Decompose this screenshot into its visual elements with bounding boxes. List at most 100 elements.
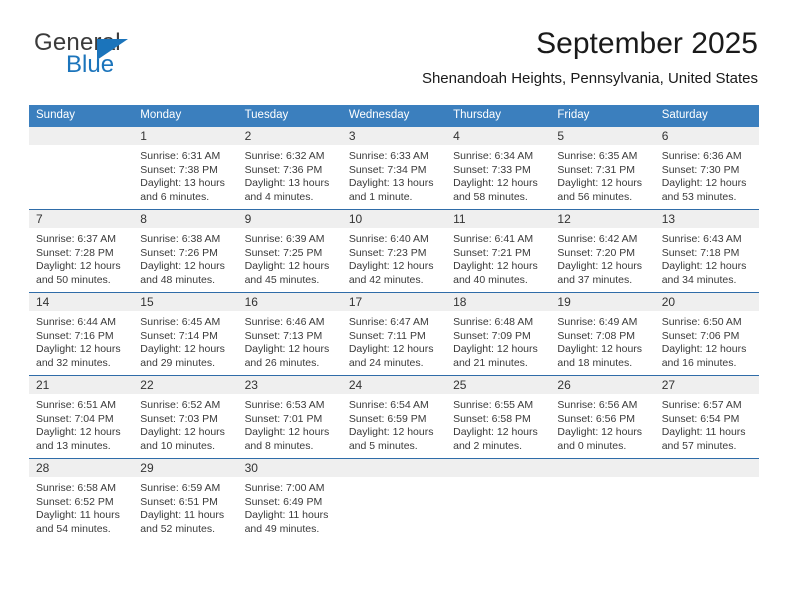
calendar-day-cell[interactable]: 30 Sunrise: 7:00 AM Sunset: 6:49 PM Dayligh… <box>237 458 342 541</box>
calendar-day-cell[interactable]: 13 Sunrise: 6:43 AM Sunset: 7:18 PM Dayligh… <box>654 209 759 293</box>
daylight-duration-line1: Daylight: 12 hours <box>453 260 538 273</box>
calendar-week-row: 28 Sunrise: 6:58 AM Sunset: 6:52 PM Dayligh… <box>29 458 759 541</box>
calendar-day-cell-empty <box>550 458 655 541</box>
day-number: 30 <box>237 459 342 477</box>
sunrise-time: Sunrise: 6:33 AM <box>348 150 429 162</box>
day-details: Sunrise: 7:00 AM Sunset: 6:49 PM Daylight:… <box>238 477 342 536</box>
calendar-day-cell[interactable]: 19 Sunrise: 6:49 AM Sunset: 7:08 PM Dayligh… <box>550 292 655 376</box>
day-number: 4 <box>446 127 551 145</box>
calendar-day-cell[interactable]: 7 Sunrise: 6:37 AM Sunset: 7:28 PM Daylight… <box>29 209 134 293</box>
calendar-day-cell[interactable]: 20 Sunrise: 6:50 AM Sunset: 7:06 PM Dayligh… <box>654 292 759 376</box>
sunrise-time: Sunrise: 6:43 AM <box>661 233 742 245</box>
daylight-duration-line2: and 50 minutes. <box>36 273 111 286</box>
day-number <box>446 459 551 477</box>
daylight-duration-line2: and 34 minutes. <box>661 273 737 286</box>
calendar-day-cell[interactable]: 3 Sunrise: 6:33 AM Sunset: 7:34 PM Daylight… <box>341 127 447 210</box>
calendar-day-cell-empty <box>446 458 551 541</box>
calendar-day-cell[interactable]: 24 Sunrise: 6:54 AM Sunset: 6:59 PM Dayligh… <box>341 375 447 459</box>
calendar-day-cell[interactable]: 29 Sunrise: 6:59 AM Sunset: 6:51 PM Dayligh… <box>133 458 238 541</box>
day-number: 16 <box>237 293 342 311</box>
brand-logo[interactable]: General Blue <box>34 30 234 80</box>
sunset-time: Sunset: 7:14 PM <box>140 329 218 342</box>
daylight-duration-line1: Daylight: 12 hours <box>140 426 225 439</box>
weekday-header-tuesday: Tuesday <box>237 105 342 127</box>
sunset-time: Sunset: 7:06 PM <box>661 329 740 342</box>
sunrise-time: Sunrise: 6:49 AM <box>557 316 638 328</box>
calendar-day-cell[interactable]: 21 Sunrise: 6:51 AM Sunset: 7:04 PM Dayligh… <box>29 375 134 459</box>
calendar-day-cell[interactable]: 28 Sunrise: 6:58 AM Sunset: 6:52 PM Dayligh… <box>29 458 134 541</box>
sunrise-time: Sunrise: 6:46 AM <box>244 316 325 328</box>
calendar-week-row: 14 Sunrise: 6:44 AM Sunset: 7:16 PM Dayligh… <box>29 292 759 376</box>
sunrise-time: Sunrise: 6:47 AM <box>348 316 429 328</box>
day-details: Sunrise: 6:46 AM Sunset: 7:13 PM Daylight:… <box>238 311 342 370</box>
sunset-time: Sunset: 6:56 PM <box>557 412 636 425</box>
title-block: September 2025 Shenandoah Heights, Penns… <box>422 26 758 88</box>
calendar-day-cell[interactable]: 9 Sunrise: 6:39 AM Sunset: 7:25 PM Daylight… <box>237 209 342 293</box>
calendar-day-cell-empty <box>29 127 134 210</box>
sunrise-time: Sunrise: 6:40 AM <box>348 233 429 245</box>
weekday-header-saturday: Saturday <box>654 105 759 127</box>
calendar-day-cell[interactable]: 27 Sunrise: 6:57 AM Sunset: 6:54 PM Dayligh… <box>654 375 759 459</box>
sunrise-time: Sunrise: 6:51 AM <box>36 399 116 411</box>
calendar-day-cell[interactable]: 14 Sunrise: 6:44 AM Sunset: 7:16 PM Dayligh… <box>29 292 134 376</box>
calendar-day-cell[interactable]: 23 Sunrise: 6:53 AM Sunset: 7:01 PM Dayligh… <box>237 375 342 459</box>
calendar-day-cell[interactable]: 15 Sunrise: 6:45 AM Sunset: 7:14 PM Dayligh… <box>133 292 238 376</box>
daylight-duration-line1: Daylight: 12 hours <box>557 426 643 439</box>
daylight-duration-line1: Daylight: 12 hours <box>348 260 434 273</box>
calendar-day-cell[interactable]: 17 Sunrise: 6:47 AM Sunset: 7:11 PM Dayligh… <box>341 292 447 376</box>
day-number: 23 <box>237 376 342 394</box>
daylight-duration-line1: Daylight: 12 hours <box>661 260 747 273</box>
day-details: Sunrise: 6:51 AM Sunset: 7:04 PM Daylight:… <box>29 394 133 453</box>
calendar-day-cell[interactable]: 18 Sunrise: 6:48 AM Sunset: 7:09 PM Dayligh… <box>446 292 551 376</box>
daylight-duration-line1: Daylight: 12 hours <box>557 343 643 356</box>
daylight-duration-line1: Daylight: 12 hours <box>453 426 538 439</box>
day-details: Sunrise: 6:58 AM Sunset: 6:52 PM Daylight:… <box>29 477 133 536</box>
calendar-day-cell[interactable]: 16 Sunrise: 6:46 AM Sunset: 7:13 PM Dayligh… <box>237 292 342 376</box>
weekday-header-sunday: Sunday <box>29 105 134 127</box>
day-number: 20 <box>654 293 759 311</box>
daylight-duration-line2: and 52 minutes. <box>140 522 215 535</box>
day-number: 28 <box>29 459 134 477</box>
sunset-time: Sunset: 7:03 PM <box>140 412 218 425</box>
day-details: Sunrise: 6:45 AM Sunset: 7:14 PM Daylight:… <box>133 311 237 370</box>
calendar-body: 1 Sunrise: 6:31 AM Sunset: 7:38 PM Daylight… <box>29 127 759 541</box>
calendar-day-cell[interactable]: 22 Sunrise: 6:52 AM Sunset: 7:03 PM Dayligh… <box>133 375 238 459</box>
daylight-duration-line1: Daylight: 11 hours <box>244 509 329 522</box>
sunrise-time: Sunrise: 6:44 AM <box>36 316 116 328</box>
daylight-duration-line1: Daylight: 13 hours <box>244 177 330 190</box>
weekday-header-friday: Friday <box>550 105 655 127</box>
calendar-day-cell[interactable]: 26 Sunrise: 6:56 AM Sunset: 6:56 PM Dayligh… <box>550 375 655 459</box>
calendar-day-cell[interactable]: 12 Sunrise: 6:42 AM Sunset: 7:20 PM Dayligh… <box>550 209 655 293</box>
calendar-day-cell[interactable]: 4 Sunrise: 6:34 AM Sunset: 7:33 PM Daylight… <box>446 127 551 210</box>
day-number: 21 <box>29 376 134 394</box>
calendar-day-cell[interactable]: 6 Sunrise: 6:36 AM Sunset: 7:30 PM Daylight… <box>654 127 759 210</box>
day-number: 24 <box>341 376 447 394</box>
calendar-day-cell[interactable]: 10 Sunrise: 6:40 AM Sunset: 7:23 PM Dayligh… <box>341 209 447 293</box>
day-details: Sunrise: 6:32 AM Sunset: 7:36 PM Daylight:… <box>238 145 342 204</box>
sunset-time: Sunset: 6:58 PM <box>453 412 531 425</box>
calendar-day-cell[interactable]: 25 Sunrise: 6:55 AM Sunset: 6:58 PM Dayligh… <box>446 375 551 459</box>
calendar-day-cell[interactable]: 8 Sunrise: 6:38 AM Sunset: 7:26 PM Daylight… <box>133 209 238 293</box>
daylight-duration-line1: Daylight: 12 hours <box>140 343 225 356</box>
calendar-day-cell[interactable]: 2 Sunrise: 6:32 AM Sunset: 7:36 PM Daylight… <box>237 127 342 210</box>
day-details: Sunrise: 6:33 AM Sunset: 7:34 PM Daylight:… <box>342 145 446 204</box>
sunrise-time: Sunrise: 6:58 AM <box>36 482 116 494</box>
sunrise-time: Sunrise: 6:42 AM <box>557 233 638 245</box>
day-number: 6 <box>654 127 759 145</box>
day-number: 26 <box>550 376 655 394</box>
day-details: Sunrise: 6:52 AM Sunset: 7:03 PM Daylight:… <box>133 394 237 453</box>
sunrise-time: Sunrise: 6:57 AM <box>661 399 742 411</box>
sunset-time: Sunset: 7:18 PM <box>661 246 740 259</box>
day-number: 19 <box>550 293 655 311</box>
calendar-day-cell[interactable]: 5 Sunrise: 6:35 AM Sunset: 7:31 PM Daylight… <box>550 127 655 210</box>
day-number <box>29 127 134 145</box>
sunset-time: Sunset: 6:49 PM <box>244 495 323 508</box>
calendar-day-cell[interactable]: 1 Sunrise: 6:31 AM Sunset: 7:38 PM Daylight… <box>133 127 238 210</box>
daylight-duration-line2: and 40 minutes. <box>453 273 528 286</box>
daylight-duration-line1: Daylight: 12 hours <box>661 343 747 356</box>
calendar-day-cell[interactable]: 11 Sunrise: 6:41 AM Sunset: 7:21 PM Dayligh… <box>446 209 551 293</box>
calendar-week-row: 7 Sunrise: 6:37 AM Sunset: 7:28 PM Daylight… <box>29 209 759 293</box>
daylight-duration-line1: Daylight: 12 hours <box>244 426 330 439</box>
daylight-duration-line1: Daylight: 11 hours <box>661 426 746 439</box>
sunrise-time: Sunrise: 6:45 AM <box>140 316 221 328</box>
